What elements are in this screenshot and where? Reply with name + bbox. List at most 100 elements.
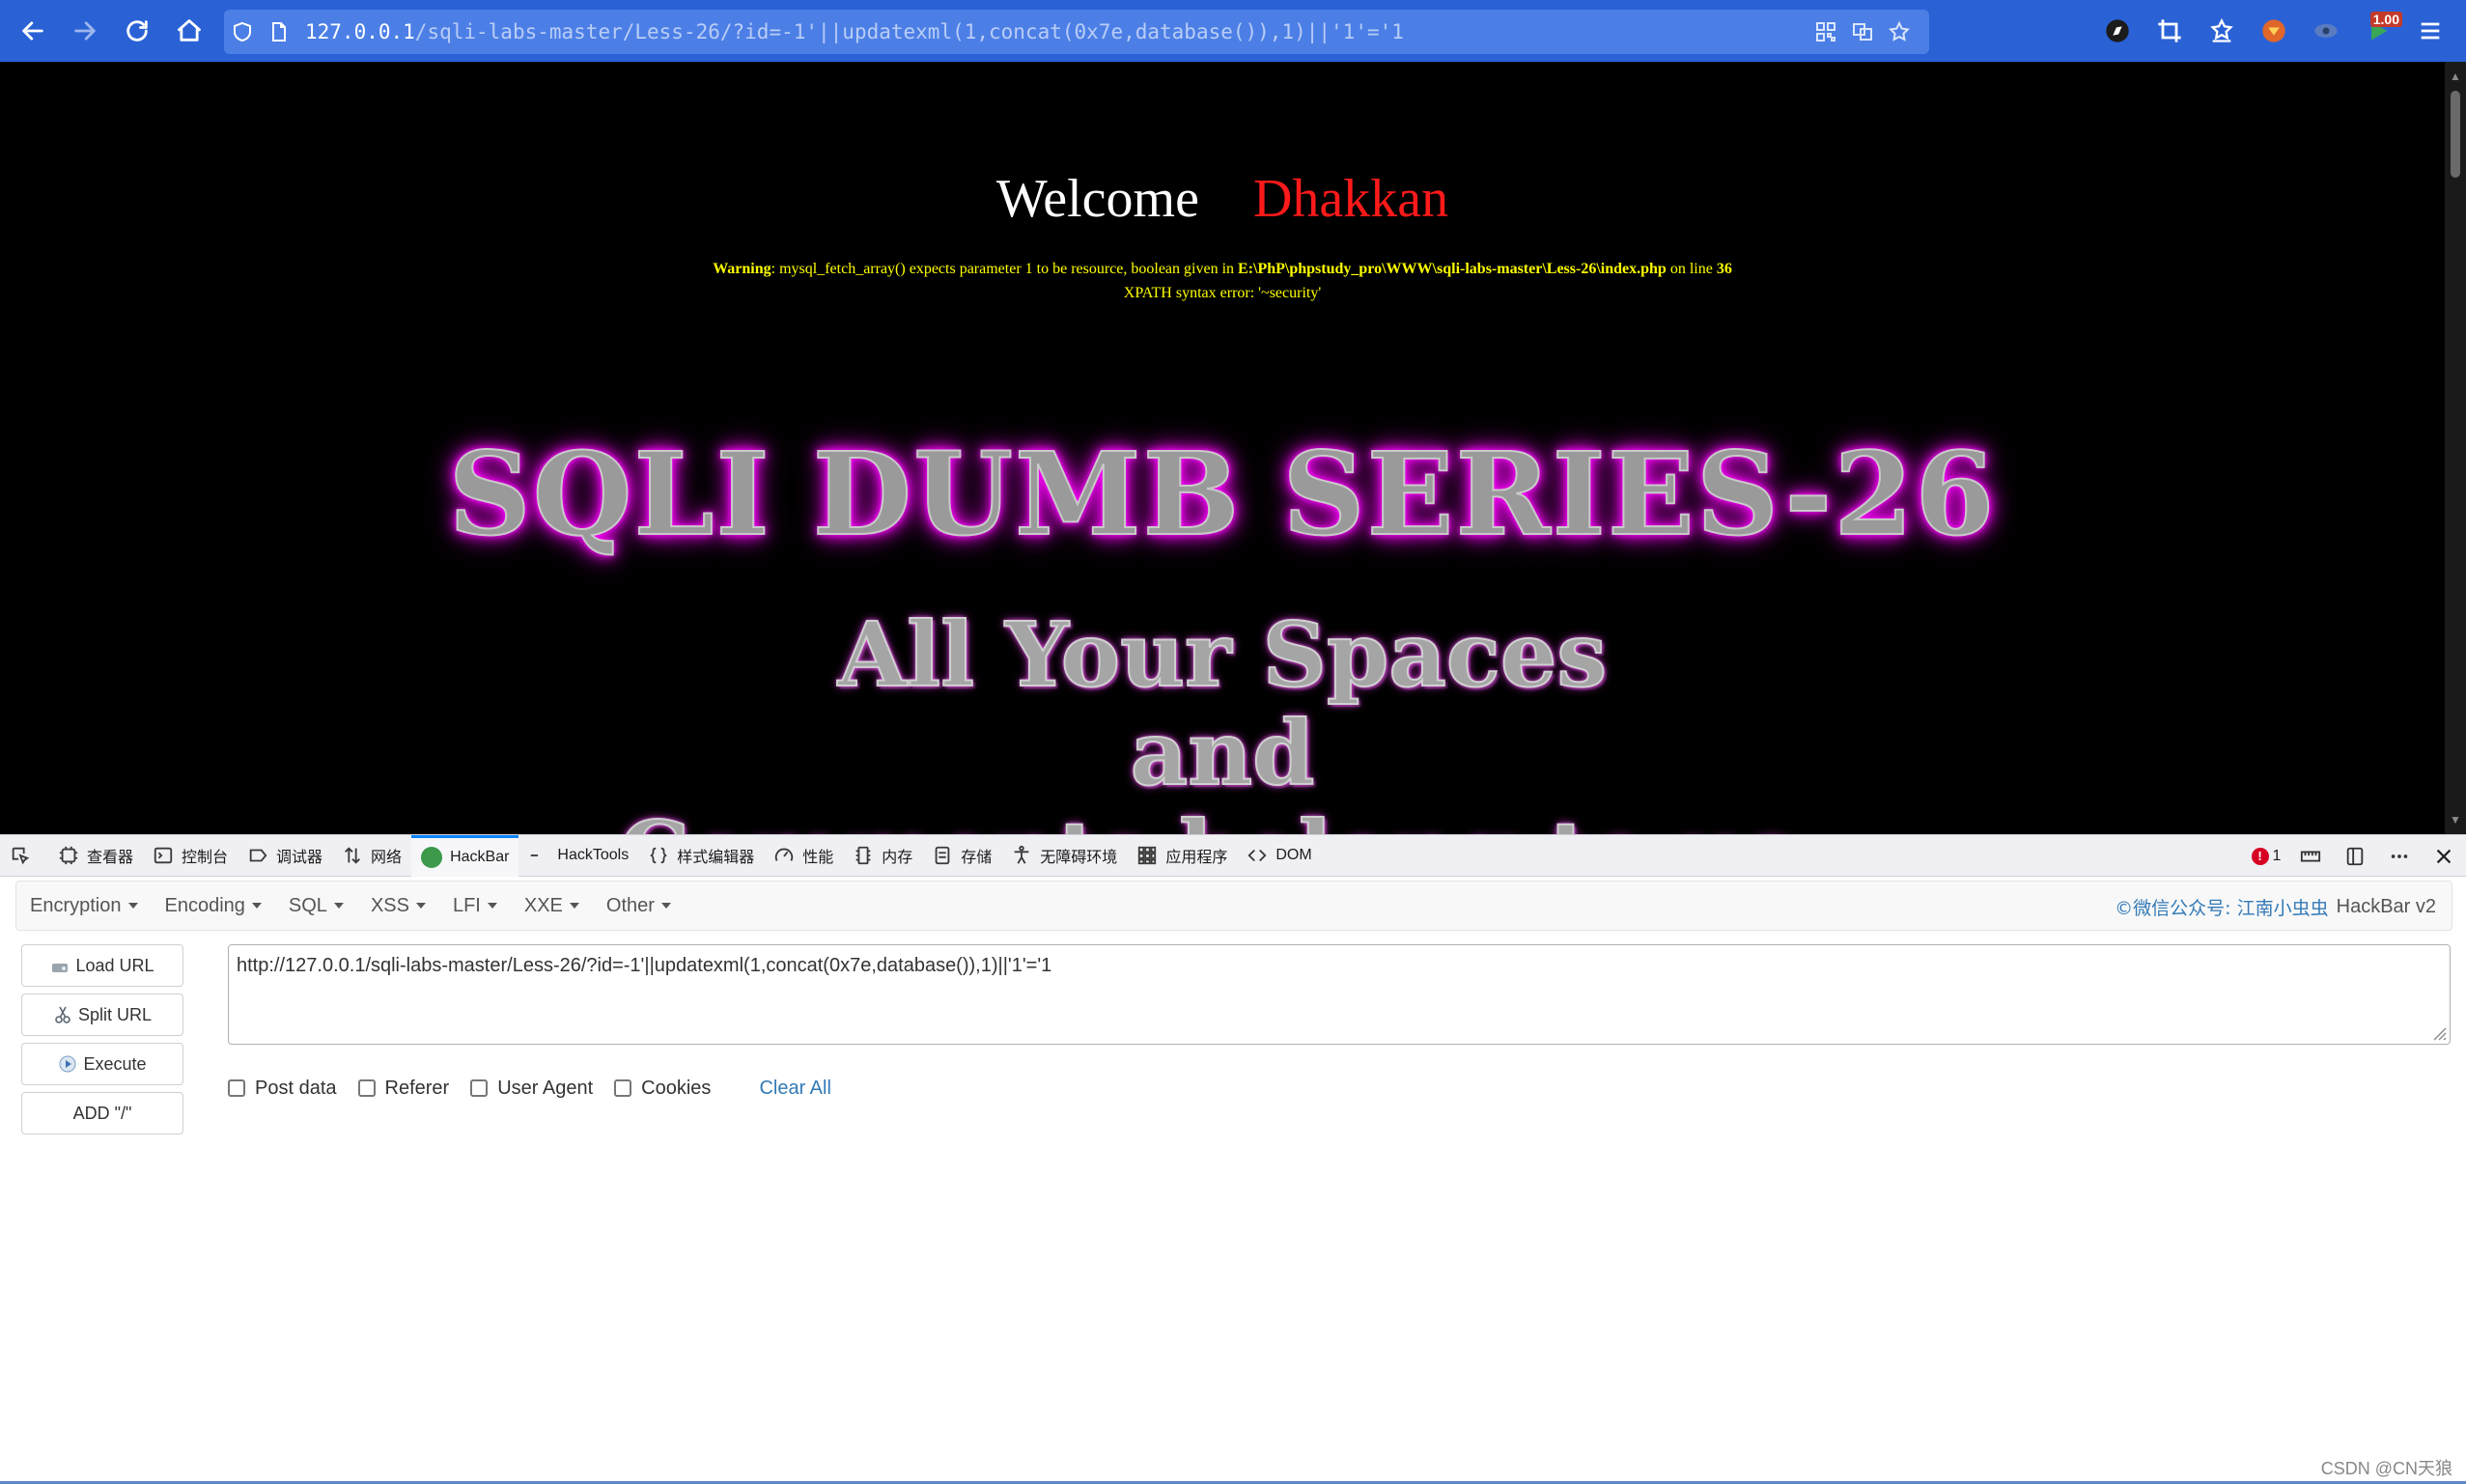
tab-debugger[interactable]: 调试器 xyxy=(238,835,332,877)
tab-label: HackTools xyxy=(557,847,630,863)
accessibility-icon xyxy=(1014,845,1029,864)
tab-style-editor[interactable]: 样式编辑器 xyxy=(638,835,764,877)
url-text[interactable]: 127.0.0.1/sqli-labs-master/Less-26/?id=-… xyxy=(305,20,1753,43)
tab-label: HackBar xyxy=(450,848,510,865)
resize-grip-icon[interactable] xyxy=(2430,1024,2448,1042)
scroll-up-icon[interactable]: ▲ xyxy=(2449,70,2462,83)
url-path: /sqli-labs-master/Less-26/?id=-1'||updat… xyxy=(414,20,1404,43)
tab-accessibility[interactable]: 无障碍环境 xyxy=(1001,835,1127,877)
extensions-area: 1.00 xyxy=(2091,0,2466,62)
scroll-down-icon[interactable]: ▼ xyxy=(2449,813,2462,826)
checkbox-label: Cookies xyxy=(641,1077,712,1099)
welcome-heading: Welcome Dhakkan xyxy=(0,168,2445,230)
checkbox-box[interactable] xyxy=(614,1079,632,1097)
page-icon[interactable] xyxy=(261,10,297,54)
browser-toolbar: 127.0.0.1/sqli-labs-master/Less-26/?id=-… xyxy=(0,0,2466,62)
inspector-icon xyxy=(59,846,78,865)
extension-badge: 1.00 xyxy=(2369,12,2402,27)
back-button[interactable] xyxy=(8,6,58,56)
post-data-checkbox[interactable]: Post data xyxy=(228,1078,337,1100)
clear-all-link[interactable]: Clear All xyxy=(759,1078,830,1100)
more-options-button[interactable] xyxy=(2377,835,2422,877)
forward-button[interactable] xyxy=(60,6,110,56)
url-bar[interactable]: 127.0.0.1/sqli-labs-master/Less-26/?id=-… xyxy=(224,10,1929,54)
menu-lfi[interactable]: LFI xyxy=(439,895,511,917)
home-button[interactable] xyxy=(164,6,214,56)
welcome-name: Dhakkan xyxy=(1252,169,1449,229)
page-scrollbar[interactable]: ▲ ▼ xyxy=(2445,62,2466,834)
collections-icon[interactable] xyxy=(2196,0,2248,62)
hackbar-brand: ©微信公众号: 江南小虫虫 HackBar v2 xyxy=(2115,882,2436,932)
caret-down-icon xyxy=(569,903,579,909)
tab-storage[interactable]: 存储 xyxy=(922,835,1001,877)
checkbox-box[interactable] xyxy=(470,1079,489,1097)
menu-encoding[interactable]: Encoding xyxy=(152,895,275,917)
shield-icon[interactable] xyxy=(224,10,261,54)
bookmark-star-icon[interactable] xyxy=(1881,10,1918,54)
element-picker-button[interactable] xyxy=(0,835,48,877)
menu-xss[interactable]: XSS xyxy=(357,895,439,917)
cookies-checkbox[interactable]: Cookies xyxy=(614,1078,711,1100)
menu-xxe[interactable]: XXE xyxy=(511,895,593,917)
storage-icon xyxy=(935,846,950,865)
error-count-button[interactable]: ! 1 xyxy=(2244,835,2288,877)
menu-label: Encryption xyxy=(30,894,122,916)
tab-performance[interactable]: 性能 xyxy=(764,835,843,877)
menu-encryption[interactable]: Encryption xyxy=(16,895,152,917)
execute-button[interactable]: Execute xyxy=(21,1043,183,1085)
tab-label: 查看器 xyxy=(87,850,134,866)
extension-compass-icon[interactable] xyxy=(2091,0,2144,62)
url-textarea-value: http://127.0.0.1/sqli-labs-master/Less-2… xyxy=(237,955,1052,976)
arrow-left-icon xyxy=(22,21,43,41)
qr-code-icon[interactable] xyxy=(1807,10,1844,54)
scrollbar-thumb[interactable] xyxy=(2451,91,2460,178)
scissors-icon xyxy=(55,1006,70,1023)
referer-checkbox[interactable]: Referer xyxy=(357,1078,449,1100)
network-icon xyxy=(345,847,361,864)
checkbox-box[interactable] xyxy=(357,1079,376,1097)
play-circle-icon xyxy=(59,1055,76,1073)
tab-console[interactable]: 控制台 xyxy=(143,835,238,877)
home-icon xyxy=(178,19,201,42)
crop-icon[interactable] xyxy=(2144,0,2196,62)
menu-button[interactable] xyxy=(2404,0,2456,62)
ruler-button[interactable] xyxy=(2288,835,2333,877)
add-slash-button[interactable]: ADD "/" xyxy=(21,1092,183,1134)
nav-buttons xyxy=(8,6,216,56)
tab-hackbar[interactable]: HackBar xyxy=(411,834,519,877)
user-agent-checkbox[interactable]: User Agent xyxy=(470,1078,593,1100)
responsive-mode-button[interactable] xyxy=(2333,835,2377,877)
tab-hacktools[interactable]: HackTools xyxy=(518,835,638,877)
menu-label: XSS xyxy=(370,894,409,916)
memory-icon xyxy=(855,846,871,865)
tab-network[interactable]: 网络 xyxy=(332,835,411,877)
debugger-icon xyxy=(249,849,267,862)
application-icon xyxy=(1138,846,1157,865)
checkbox-label: User Agent xyxy=(497,1077,594,1099)
reload-button[interactable] xyxy=(112,6,162,56)
more-icon xyxy=(2391,854,2408,858)
ruler-icon xyxy=(2300,851,2321,861)
button-label: Load URL xyxy=(75,955,154,975)
load-icon xyxy=(52,964,69,972)
close-devtools-button[interactable] xyxy=(2422,835,2466,877)
xpath-error: XPATH syntax error: '~security' xyxy=(1123,285,1322,301)
split-url-button[interactable]: Split URL xyxy=(21,994,183,1036)
tab-label: 无障碍环境 xyxy=(1040,850,1118,866)
extension-eye-icon[interactable] xyxy=(2300,0,2352,62)
load-url-button[interactable]: Load URL xyxy=(21,944,183,987)
tab-dom[interactable]: DOM xyxy=(1237,835,1321,877)
tab-memory[interactable]: 内存 xyxy=(843,835,922,877)
url-textarea[interactable]: http://127.0.0.1/sqli-labs-master/Less-2… xyxy=(228,944,2451,1045)
tab-application[interactable]: 应用程序 xyxy=(1127,835,1237,877)
warning-label: Warning xyxy=(713,261,771,277)
checkbox-box[interactable] xyxy=(228,1079,245,1097)
extension-play-icon[interactable]: 1.00 xyxy=(2352,0,2404,62)
menu-sql[interactable]: SQL xyxy=(275,895,357,917)
reload-icon xyxy=(126,20,148,42)
tab-label: 内存 xyxy=(882,850,913,866)
tab-inspector[interactable]: 查看器 xyxy=(48,835,143,877)
translate-icon[interactable] xyxy=(1844,10,1881,54)
extension-fox-icon[interactable] xyxy=(2248,0,2300,62)
menu-other[interactable]: Other xyxy=(593,895,685,917)
